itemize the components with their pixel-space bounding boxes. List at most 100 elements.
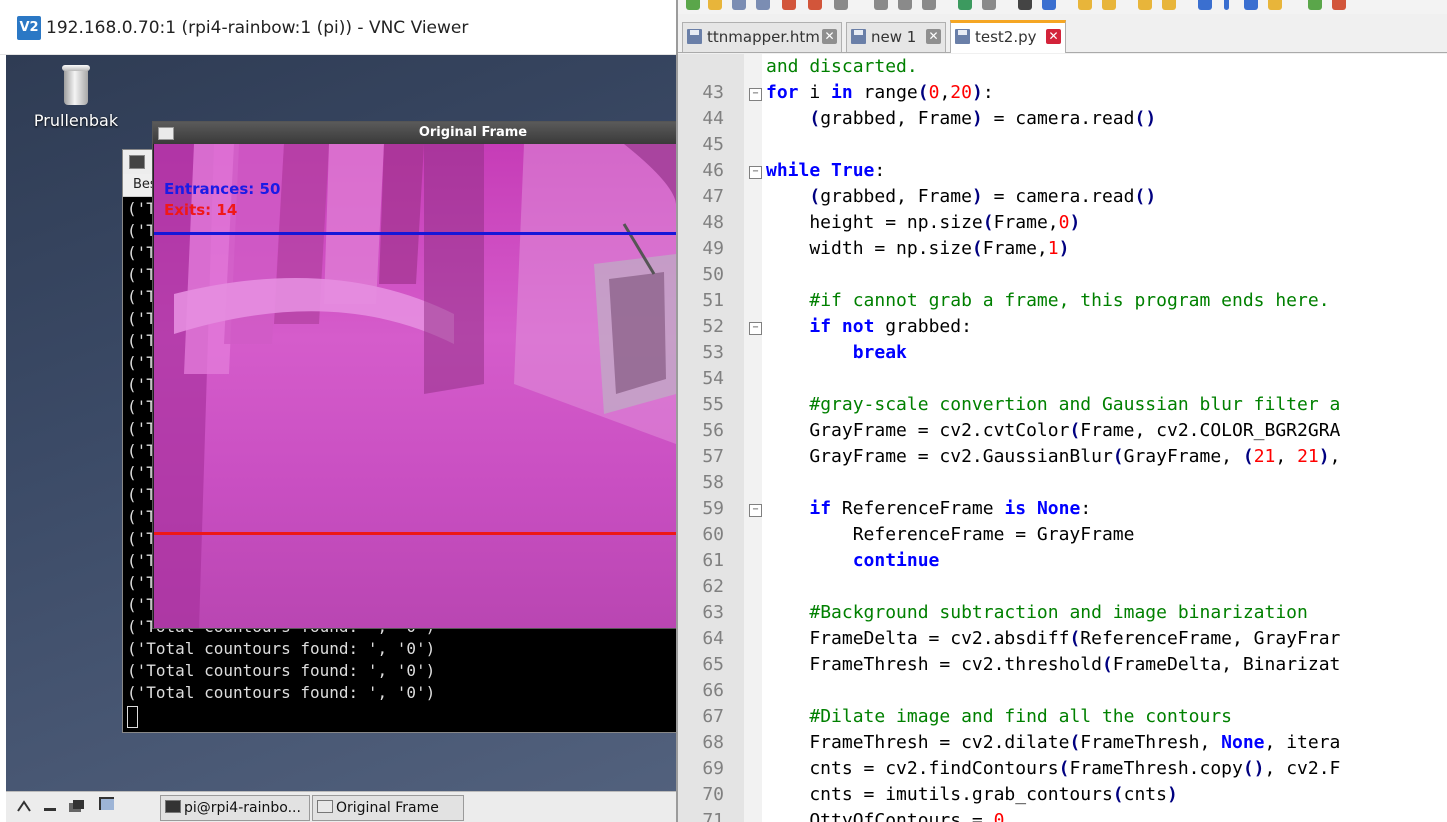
code-line[interactable]: cnts = cv2.findContours(FrameThresh.copy… [766,758,1340,779]
vnc-titlebar[interactable]: V2 192.168.0.70:1 (rpi4-rainbow:1 (pi)) … [0,0,676,55]
line-number: 51 [702,290,724,311]
saved-file-icon [955,29,970,44]
sync-vertical-icon[interactable] [1138,0,1152,10]
line-number: 53 [702,342,724,363]
original-frame-title: Original Frame [418,125,528,140]
code-line[interactable]: height = np.size(Frame,0) [766,212,1080,233]
code-line[interactable]: ReferenceFrame = GrayFrame [766,524,1135,545]
code-line[interactable]: GrayFrame = cv2.cvtColor(Frame, cv2.COLO… [766,420,1340,441]
code-line[interactable]: continue [766,550,940,571]
line-number: 55 [702,394,724,415]
doc-map-icon[interactable] [1308,0,1322,10]
desktop-screen-icon[interactable] [98,796,114,810]
saved-file-icon [851,29,866,44]
original-frame-window[interactable]: Original Frame Entrances: 50 Exits: 14 [152,121,676,629]
terminal-window-icon [129,155,145,169]
line-number: 49 [702,238,724,259]
new-file-icon[interactable] [686,0,700,10]
copy-icon[interactable] [898,0,912,10]
terminal-line: ('Total countours found: ', '0') [127,639,436,658]
language-icon[interactable] [1268,0,1282,10]
taskbar-item-label: pi@rpi4-rainbo... [184,800,301,816]
close-file-icon[interactable] [782,0,796,10]
tab-new-1[interactable]: new 1 ✕ [846,22,946,52]
original-frame-titlebar[interactable]: Original Frame [153,122,676,144]
fold-toggle-icon[interactable]: − [749,504,762,517]
tab-label: test2.py [975,28,1037,46]
code-line[interactable]: width = np.size(Frame,1) [766,238,1069,259]
zoom-in-icon[interactable] [1078,0,1092,10]
desktop-icon-trash[interactable]: Prullenbak [28,65,124,130]
close-tab-icon[interactable]: ✕ [822,29,837,44]
function-list-icon[interactable] [1332,0,1346,10]
code-line[interactable]: break [766,342,907,363]
line-number: 56 [702,420,724,441]
line-number: 44 [702,108,724,129]
menu-launcher-icon[interactable] [16,799,32,813]
line-number: 64 [702,628,724,649]
code-line[interactable]: #Background subtraction and image binari… [766,602,1308,623]
paste-icon[interactable] [922,0,936,10]
code-line[interactable]: for i in range(0,20): [766,82,994,103]
undo-icon[interactable] [958,0,972,10]
remote-desktop[interactable]: Prullenbak Bes ('T ('T ('T ('T ('T ('T ('T ('T(… [6,55,676,822]
fold-toggle-icon[interactable]: − [749,166,762,179]
close-all-icon[interactable] [808,0,822,10]
save-icon[interactable] [732,0,746,10]
taskbar-item-terminal[interactable]: pi@rpi4-rainbo... [160,795,310,821]
code-line[interactable]: cnts = imutils.grab_contours(cnts) [766,784,1177,805]
exit-line [154,532,676,535]
taskbar-item-original-frame[interactable]: Original Frame [312,795,464,821]
trash-label: Prullenbak [33,111,119,130]
line-number: 62 [702,576,724,597]
code-line[interactable]: #gray-scale convertion and Gaussian blur… [766,394,1340,415]
zoom-out-icon[interactable] [1102,0,1116,10]
code-line[interactable]: FrameDelta = cv2.absdiff(ReferenceFrame,… [766,628,1340,649]
code-line[interactable]: if ReferenceFrame is None: [766,498,1091,519]
code-line[interactable]: #if cannot grab a frame, this program en… [766,290,1329,311]
terminal-line: ('Total countours found: ', '0') [127,683,436,702]
vnc-viewer-window: V2 192.168.0.70:1 (rpi4-rainbow:1 (pi)) … [0,0,676,822]
code-line[interactable]: while True: [766,160,885,181]
code-line[interactable]: (grabbed, Frame) = camera.read() [766,186,1156,207]
line-number: 48 [702,212,724,233]
fold-toggle-icon[interactable]: − [749,88,762,101]
redo-icon[interactable] [982,0,996,10]
code-line[interactable]: and discarted. [766,56,918,77]
code-line[interactable]: QttyOfContours = 0 [766,810,1004,822]
tab-ttnmapper[interactable]: ttnmapper.htm ✕ [682,22,842,52]
code-editor[interactable]: and discarted. 43− for i in range(0,20): 44… [678,54,1447,822]
window-stack-icon[interactable] [68,799,84,813]
open-file-icon[interactable] [708,0,722,10]
window-icon [317,800,333,813]
print-icon[interactable] [834,0,848,10]
code-line[interactable]: if not grabbed: [766,316,972,337]
tab-test2-py[interactable]: test2.py ✕ [950,20,1066,53]
code-line[interactable]: FrameThresh = cv2.threshold(FrameDelta, … [766,654,1340,675]
save-all-icon[interactable] [756,0,770,10]
line-number: 60 [702,524,724,545]
indent-guide-icon[interactable] [1244,0,1258,10]
sync-horizontal-icon[interactable] [1162,0,1176,10]
line-number: 52 [702,316,724,337]
line-number: 47 [702,186,724,207]
minimize-all-icon[interactable] [42,799,58,813]
show-all-chars-icon[interactable] [1224,0,1229,10]
cut-icon[interactable] [874,0,888,10]
line-number: 69 [702,758,724,779]
line-number: 63 [702,602,724,623]
line-number: 65 [702,654,724,675]
word-wrap-icon[interactable] [1198,0,1212,10]
code-line[interactable]: #Dilate image and find all the contours [766,706,1232,727]
code-line[interactable]: FrameThresh = cv2.dilate(FrameThresh, No… [766,732,1340,753]
close-tab-icon[interactable]: ✕ [1046,29,1061,44]
code-line[interactable]: GrayFrame = cv2.GaussianBlur(GrayFrame, … [766,446,1340,467]
tab-bar: ttnmapper.htm ✕ new 1 ✕ test2.py ✕ [678,18,1447,53]
code-line[interactable]: (grabbed, Frame) = camera.read() [766,108,1156,129]
replace-icon[interactable] [1042,0,1056,10]
find-icon[interactable] [1018,0,1032,10]
notepad-plus-plus-window: ttnmapper.htm ✕ new 1 ✕ test2.py ✕ and d… [676,0,1447,822]
fold-toggle-icon[interactable]: − [749,322,762,335]
tab-label: new 1 [871,28,917,46]
close-tab-icon[interactable]: ✕ [926,29,941,44]
